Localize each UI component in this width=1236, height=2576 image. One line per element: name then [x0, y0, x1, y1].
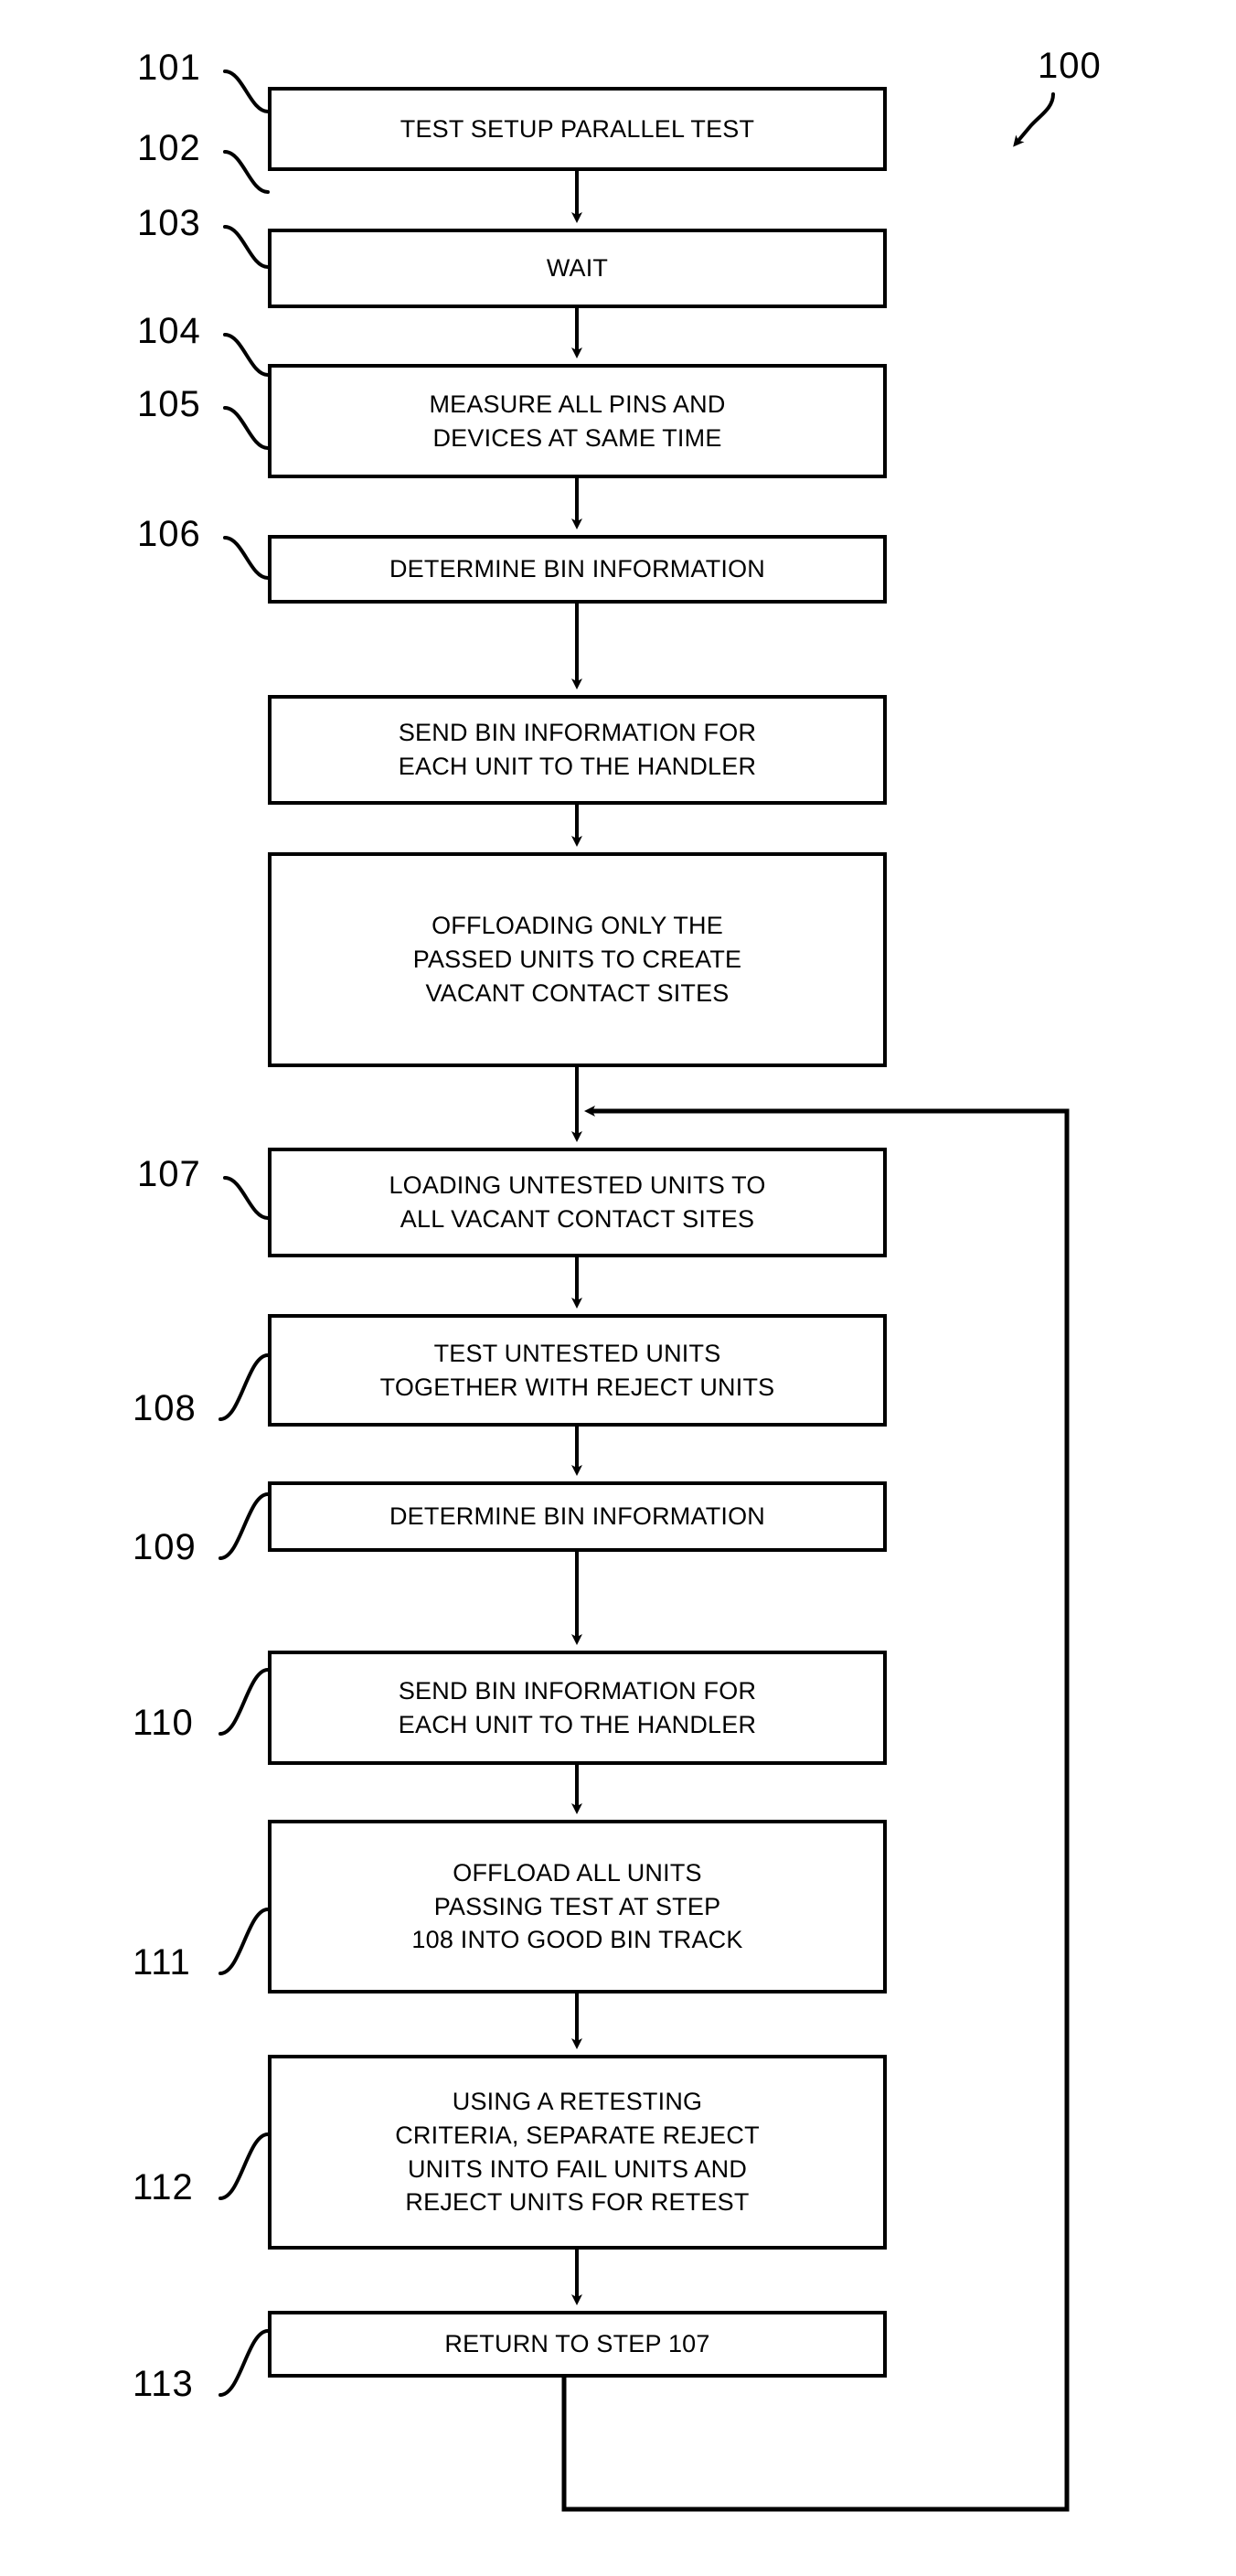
reference-number-103: 103: [137, 203, 201, 243]
reference-number-112: 112: [133, 2167, 194, 2207]
process-box-103: MEASURE ALL PINS AND DEVICES AT SAME TIME: [268, 364, 887, 478]
process-box-102: WAIT: [268, 229, 887, 308]
flowchart-page: TEST SETUP PARALLEL TEST WAIT MEASURE ALL …: [0, 0, 1236, 2576]
figure-number-label: 100: [1038, 46, 1102, 86]
leader-line-102: [223, 150, 270, 194]
reference-number-111: 111: [133, 1942, 191, 1983]
process-box-text-line: UNITS INTO FAIL UNITS AND: [407, 2154, 748, 2183]
reference-number-101: 101: [137, 48, 201, 88]
leader-line-107: [223, 1176, 270, 1220]
process-box-112: USING A RETESTING CRITERIA, SEPARATE REJE…: [268, 2055, 887, 2250]
process-box-text-line: TEST UNTESTED UNITS: [433, 1339, 721, 1367]
process-box-110: SEND BIN INFORMATION FOR EACH UNIT TO THE…: [268, 1651, 887, 1765]
process-box-text-line: VACANT CONTACT SITES: [425, 978, 730, 1007]
process-box-text-line: ALL VACANT CONTACT SITES: [400, 1205, 755, 1233]
leader-line-108: [218, 1353, 270, 1421]
reference-number-105: 105: [137, 384, 201, 424]
process-box-text-line: DETERMINE BIN INFORMATION: [389, 555, 765, 583]
reference-number-108: 108: [133, 1388, 197, 1428]
process-box-113: RETURN TO STEP 107: [268, 2311, 887, 2378]
reference-number-109: 109: [133, 1527, 197, 1567]
process-box-111: OFFLOAD ALL UNITS PASSING TEST AT STEP 108…: [268, 1820, 887, 1993]
leader-line-101: [223, 69, 270, 113]
process-box-109: DETERMINE BIN INFORMATION: [268, 1481, 887, 1552]
process-box-text-line: SEND BIN INFORMATION FOR: [398, 1676, 757, 1705]
process-box-text-line: OFFLOADING ONLY THE: [432, 912, 723, 940]
leader-line-110: [218, 1668, 270, 1736]
leader-line-111: [218, 1908, 270, 1975]
process-box-text-line: CRITERIA, SEPARATE REJECT: [395, 2121, 760, 2149]
reference-number-107: 107: [137, 1154, 201, 1194]
process-box-text-line: WAIT: [546, 254, 609, 283]
process-box-107: LOADING UNTESTED UNITS TO ALL VACANT CONT…: [268, 1148, 887, 1257]
process-box-text-line: OFFLOAD ALL UNITS: [453, 1858, 702, 1887]
process-box-104: DETERMINE BIN INFORMATION: [268, 535, 887, 604]
process-box-text-line: SEND BIN INFORMATION FOR: [398, 719, 757, 747]
process-box-text-line: EACH UNIT TO THE HANDLER: [398, 1710, 757, 1738]
process-box-text-line: PASSING TEST AT STEP: [433, 1892, 721, 1920]
process-box-text-line: RETURN TO STEP 107: [444, 2330, 710, 2358]
reference-number-113: 113: [133, 2364, 194, 2404]
process-box-text-line: DEVICES AT SAME TIME: [432, 423, 722, 452]
process-box-text-line: LOADING UNTESTED UNITS TO: [389, 1171, 766, 1200]
process-box-text-line: TOGETHER WITH REJECT UNITS: [379, 1373, 775, 1401]
leader-line-112: [218, 2132, 270, 2200]
reference-number-102: 102: [137, 128, 201, 168]
reference-number-110: 110: [133, 1703, 194, 1743]
leader-line-109: [218, 1492, 270, 1560]
process-box-text-line: 108 INTO GOOD BIN TRACK: [411, 1926, 743, 1954]
leader-line-106: [223, 536, 270, 580]
process-box-text-line: USING A RETESTING: [452, 2088, 703, 2116]
reference-number-106: 106: [137, 514, 201, 554]
process-box-text-line: REJECT UNITS FOR RETEST: [405, 2188, 750, 2217]
process-box-108: TEST UNTESTED UNITS TOGETHER WITH REJECT …: [268, 1314, 887, 1427]
process-box-text-line: MEASURE ALL PINS AND: [429, 390, 726, 418]
process-box-text-line: DETERMINE BIN INFORMATION: [389, 1502, 765, 1531]
leader-line-105: [223, 406, 270, 450]
leader-line-103: [223, 225, 270, 269]
process-box-106: OFFLOADING ONLY THE PASSED UNITS TO CREAT…: [268, 852, 887, 1067]
reference-number-104: 104: [137, 311, 201, 351]
process-box-text-line: PASSED UNITS TO CREATE: [412, 946, 742, 974]
process-box-105: SEND BIN INFORMATION FOR EACH UNIT TO THE…: [268, 695, 887, 805]
leader-line-113: [218, 2329, 270, 2397]
process-box-101: TEST SETUP PARALLEL TEST: [268, 87, 887, 171]
process-box-text-line: EACH UNIT TO THE HANDLER: [398, 753, 757, 780]
figure-number-leader: [1013, 92, 1055, 147]
process-box-text-line: TEST SETUP PARALLEL TEST: [400, 114, 755, 143]
leader-line-group: [218, 69, 270, 2397]
leader-line-104: [223, 333, 270, 377]
